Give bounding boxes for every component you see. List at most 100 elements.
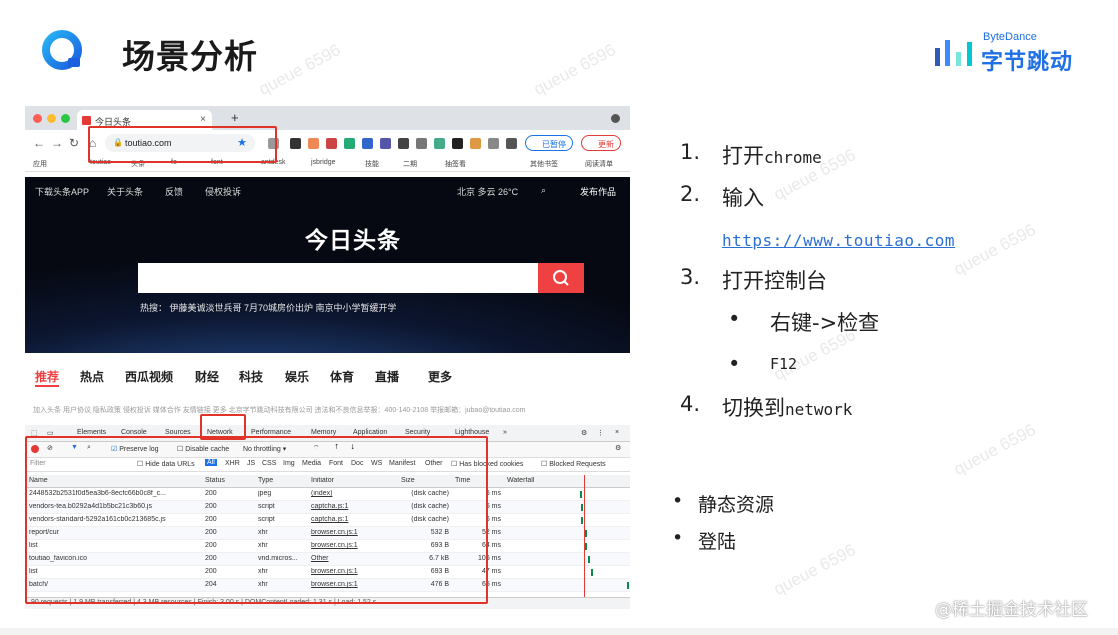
extension-icon[interactable] <box>344 138 355 149</box>
category-tab[interactable]: 热点 <box>80 368 104 385</box>
step-number: 3. <box>680 265 701 289</box>
waterfall-bar <box>580 491 582 498</box>
close-window-icon[interactable] <box>33 114 42 123</box>
puzzle-icon[interactable] <box>506 138 517 149</box>
bullet-icon: • <box>672 527 684 549</box>
brand-small: ByteDance <box>983 31 1037 43</box>
devtools-tab[interactable]: Security <box>405 429 430 436</box>
hot-search[interactable]: 热搜： 伊藤美诚淡世兵哥 7月70城房价出炉 南京中小学暂缓开学 <box>140 301 397 314</box>
blocked-requests-checkbox[interactable]: ☐ Blocked Requests <box>541 460 606 468</box>
devtools-tab[interactable]: Elements <box>77 429 106 436</box>
extension-icon[interactable] <box>452 138 463 149</box>
waterfall-bar <box>581 517 583 524</box>
toutiao-title: 今日头条 <box>305 227 401 253</box>
category-tab[interactable]: 财经 <box>195 368 219 385</box>
credit-watermark: @稀土掘金技术社区 <box>935 600 1088 620</box>
bookmark-item[interactable]: 抽签看 <box>445 159 466 169</box>
devtools-tab[interactable]: Application <box>353 429 387 436</box>
category-tab[interactable]: 体育 <box>330 368 354 385</box>
bookmark-item[interactable]: jsbridge <box>311 159 336 166</box>
extension-icon[interactable] <box>488 138 499 149</box>
step-mono: network <box>785 400 853 419</box>
settings-gear-icon[interactable]: ⚙ <box>615 444 621 452</box>
footer-links: 加入头条 用户协议 隐私政策 侵权投诉 媒体合作 友情链接 更多 北京字节跳动科… <box>33 407 526 414</box>
column-header[interactable]: Waterfall <box>507 477 534 484</box>
category-tab[interactable]: 科技 <box>239 368 263 385</box>
nav-link[interactable]: 侵权投诉 <box>205 185 241 198</box>
step-label: 打开控制台 <box>722 269 827 293</box>
bookmark-item[interactable]: 二期 <box>403 159 417 169</box>
watermark: queue 6596 <box>255 40 344 100</box>
category-tab[interactable]: 直播 <box>375 368 399 385</box>
step-text: 打开chrome <box>722 140 822 170</box>
record-icon[interactable] <box>611 114 620 123</box>
extension-icon[interactable] <box>434 138 445 149</box>
extension-icon[interactable] <box>290 138 301 149</box>
back-icon[interactable]: ← <box>33 136 45 150</box>
devtools-tab[interactable]: Lighthouse <box>455 429 489 436</box>
devtools-tab[interactable]: Console <box>121 429 147 436</box>
extension-icon[interactable] <box>362 138 373 149</box>
step-label: 输入 <box>722 186 764 210</box>
update-label: 更新 <box>598 140 614 149</box>
bookmark-item[interactable]: 阅读清单 <box>585 159 613 169</box>
devtools-tab[interactable]: Sources <box>165 429 191 436</box>
extension-icon[interactable] <box>380 138 391 149</box>
extension-icon[interactable] <box>326 138 337 149</box>
highlight-url <box>88 126 277 163</box>
favicon-icon <box>82 116 91 125</box>
category-tab[interactable]: 更多 <box>428 368 452 385</box>
kebab-menu-icon[interactable]: ⋮ <box>597 429 604 437</box>
watermark: queue 6596 <box>530 40 619 100</box>
reload-icon[interactable]: ↻ <box>69 136 79 150</box>
close-devtools-icon[interactable]: × <box>615 429 619 436</box>
close-tab-icon[interactable]: × <box>200 114 206 125</box>
sub-bullet-text: 右键->检查 <box>770 311 880 335</box>
extension-icon[interactable] <box>470 138 481 149</box>
category-tab[interactable]: 西瓜视频 <box>125 368 173 385</box>
step-label: 打开 <box>722 144 764 168</box>
profile-button[interactable]: 已暂停 <box>525 135 573 151</box>
search-icon[interactable]: ⌕ <box>541 185 546 196</box>
update-button[interactable]: 更新 <box>581 135 621 151</box>
bookmark-item[interactable]: 应用 <box>33 159 47 169</box>
category-tab[interactable]: 推荐 <box>35 368 59 385</box>
category-nav: 推荐 热点 西瓜视频 财经 科技 娱乐 体育 直播 更多 加入头条 用户协议 隐… <box>25 353 630 425</box>
bookmark-item[interactable]: 其他书签 <box>530 159 558 169</box>
toutiao-link[interactable]: https://www.toutiao.com <box>722 231 955 250</box>
bookmark-item[interactable]: 技能 <box>365 159 379 169</box>
forward-icon[interactable]: → <box>51 136 63 150</box>
publish-link[interactable]: 发布作品 <box>580 185 616 198</box>
step-text: 切换到network <box>722 392 852 422</box>
scenario-text: 登陆 <box>698 531 737 553</box>
toutiao-hero: 下载头条APP 关于头条 反馈 侵权投诉 北京 多云 26°C ⌕ 发布作品 今… <box>25 177 630 353</box>
new-tab-icon[interactable]: + <box>231 110 239 125</box>
waterfall-bar <box>591 569 593 576</box>
watermark: queue 6596 <box>950 220 1039 280</box>
nav-link[interactable]: 反馈 <box>165 185 183 198</box>
minimize-window-icon[interactable] <box>47 114 56 123</box>
watermark: queue 6596 <box>950 420 1039 480</box>
settings-gear-icon[interactable]: ⚙ <box>581 429 587 437</box>
nav-link[interactable]: 下载头条APP <box>35 185 89 198</box>
extension-icon[interactable] <box>308 138 319 149</box>
slide: 场景分析 ByteDance 字节跳动 queue 6596 queue 659… <box>0 0 1118 628</box>
q-logo-icon <box>42 30 82 70</box>
search-input[interactable] <box>138 263 584 293</box>
bytedance-bars-icon <box>935 40 972 66</box>
waterfall-bar <box>581 504 583 511</box>
load-marker <box>584 475 585 597</box>
search-button[interactable] <box>538 263 584 293</box>
maximize-window-icon[interactable] <box>61 114 70 123</box>
highlight-devtools <box>25 436 488 604</box>
devtools-tab[interactable]: Memory <box>311 429 336 436</box>
bullet-icon: • <box>672 490 684 512</box>
nav-link[interactable]: 关于头条 <box>107 185 143 198</box>
weather-text: 北京 多云 26°C <box>457 187 519 197</box>
search-icon <box>553 270 569 286</box>
extension-icon[interactable] <box>416 138 427 149</box>
devtools-tab[interactable]: Performance <box>251 429 291 436</box>
extension-icon[interactable] <box>398 138 409 149</box>
more-tabs-icon[interactable]: » <box>503 429 507 436</box>
category-tab[interactable]: 娱乐 <box>285 368 309 385</box>
